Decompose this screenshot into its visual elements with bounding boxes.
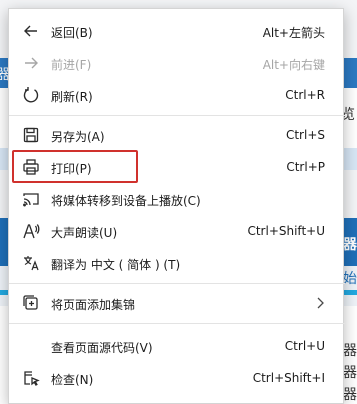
menu-separator [9,115,345,116]
menu-item-cast-media[interactable]: 将媒体转移到设备上播放(C) [9,183,345,215]
menu-label: 返回(B) [51,26,93,40]
page-right-text-6: 器 [343,387,357,403]
menu-label: 大声朗读(U) [51,226,118,240]
read-aloud-icon [21,221,41,241]
menu-shortcut: Ctrl+U [284,339,325,353]
menu-item-view-source[interactable]: 查看页面源代码(V) Ctrl+U [9,330,345,362]
save-icon [21,125,41,145]
refresh-icon [21,85,41,105]
menu-label: 刷新(R) [51,90,93,104]
menu-item-forward[interactable]: 前进(F) Alt+向右键 [9,47,345,79]
menu-label: 将页面添加集锦 [51,298,136,312]
menu-shortcut: Ctrl+Shift+I [252,371,325,385]
menu-label: 另存为(A) [51,130,105,144]
page-right-text-4: 器 [343,343,357,359]
menu-item-translate[interactable]: 翻译为 中文 ( 简体 ) (T) [9,247,345,279]
menu-label: 将媒体转移到设备上播放(C) [51,194,201,208]
chevron-right-icon [317,297,324,309]
arrow-left-icon [21,21,41,41]
menu-separator [9,323,345,324]
menu-shortcut: Alt+左箭头 [262,26,325,40]
menu-label: 前进(F) [51,58,92,72]
menu-label: 翻译为 中文 ( 简体 ) (T) [51,258,181,272]
page-right-text-5: 器 [343,365,357,381]
inspect-icon [21,368,41,388]
menu-item-read-aloud[interactable]: 大声朗读(U) Ctrl+Shift+U [9,215,345,247]
menu-shortcut: Ctrl+R [285,88,325,102]
menu-label: 查看页面源代码(V) [51,341,153,355]
menu-shortcut: Ctrl+S [285,128,325,142]
arrow-right-icon [21,53,41,73]
menu-item-refresh[interactable]: 刷新(R) Ctrl+R [9,79,345,111]
menu-separator [9,283,345,284]
menu-item-add-to-collections[interactable]: 将页面添加集锦 [9,287,345,319]
collections-add-icon [21,293,41,313]
menu-shortcut: Ctrl+P [286,160,325,174]
menu-shortcut: Ctrl+Shift+U [247,224,325,238]
menu-label: 检查(N) [51,373,94,387]
menu-shortcut: Alt+向右键 [262,58,325,72]
translate-icon [21,253,41,273]
menu-item-inspect[interactable]: 检查(N) Ctrl+Shift+I [9,362,345,394]
menu-item-back[interactable]: 返回(B) Alt+左箭头 [9,15,345,47]
context-menu: 返回(B) Alt+左箭头 前进(F) Alt+向右键 刷新(R) Ctrl+R… [8,8,345,404]
cast-icon [21,189,41,209]
print-highlight-box [12,150,138,183]
menu-item-save-as[interactable]: 另存为(A) Ctrl+S [9,119,345,151]
